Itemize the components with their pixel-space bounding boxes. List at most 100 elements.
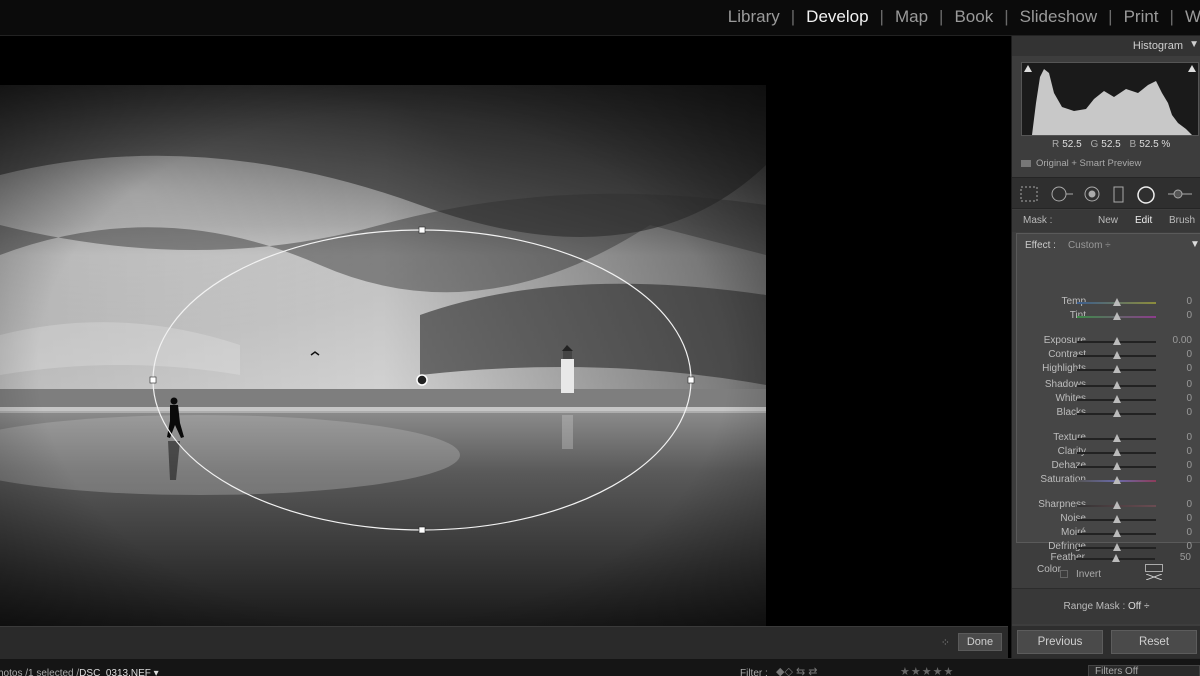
slider-track[interactable] bbox=[1077, 365, 1156, 373]
rating-filter-stars[interactable]: ★★★★★ bbox=[900, 665, 954, 676]
mask-edit-button[interactable]: Edit bbox=[1135, 215, 1152, 226]
slider-knob[interactable] bbox=[1112, 434, 1121, 442]
invert-option[interactable]: Invert bbox=[1060, 569, 1101, 580]
slider-knob[interactable] bbox=[1112, 395, 1121, 403]
module-slideshow[interactable]: Slideshow bbox=[1009, 7, 1109, 27]
slider-saturation[interactable]: Saturation 0 bbox=[1017, 474, 1200, 488]
slider-knob[interactable] bbox=[1112, 351, 1121, 359]
slider-sharpness[interactable]: Sharpness 0 bbox=[1017, 499, 1200, 513]
slider-track[interactable] bbox=[1077, 543, 1156, 551]
slider-knob[interactable] bbox=[1112, 448, 1121, 456]
flag-filter-icons[interactable]: ◆◇ ⇆ ⇄ bbox=[776, 665, 817, 676]
range-mask-select[interactable]: Off ÷ bbox=[1128, 601, 1149, 612]
collapse-triangle-icon[interactable]: ▼ bbox=[1189, 39, 1199, 50]
invert-checkbox[interactable] bbox=[1060, 570, 1068, 579]
crop-overlay-icon[interactable] bbox=[1020, 186, 1038, 202]
image-canvas[interactable] bbox=[0, 36, 1010, 647]
slider-knob[interactable] bbox=[1112, 337, 1121, 345]
slider-value[interactable]: 0 bbox=[1186, 513, 1192, 524]
slider-texture[interactable]: Texture 0 bbox=[1017, 432, 1200, 446]
slider-track[interactable] bbox=[1077, 312, 1156, 320]
slider-value[interactable]: 0 bbox=[1186, 527, 1192, 538]
slider-knob[interactable] bbox=[1112, 515, 1121, 523]
slider-knob[interactable] bbox=[1112, 381, 1121, 389]
slider-value[interactable]: 0 bbox=[1186, 407, 1192, 418]
effect-preset-select[interactable]: Custom ÷ bbox=[1068, 240, 1111, 251]
done-button[interactable]: Done bbox=[958, 633, 1002, 651]
graduated-filter-icon[interactable] bbox=[1112, 186, 1126, 204]
slider-tint[interactable]: Tint0 bbox=[1017, 310, 1200, 324]
slider-value[interactable]: 0 bbox=[1186, 541, 1192, 552]
effect-collapse-icon[interactable]: ▼ bbox=[1190, 239, 1200, 250]
slider-knob[interactable] bbox=[1112, 409, 1121, 417]
slider-track[interactable] bbox=[1077, 529, 1156, 537]
slider-value[interactable]: 0 bbox=[1186, 460, 1192, 471]
feather-value[interactable]: 50 bbox=[1180, 552, 1191, 563]
adjustment-brush-icon[interactable] bbox=[1166, 186, 1198, 202]
radial-handle-right[interactable] bbox=[687, 376, 695, 384]
reset-button[interactable]: Reset bbox=[1111, 630, 1197, 654]
slider-knob[interactable] bbox=[1112, 501, 1121, 509]
slider-track[interactable] bbox=[1077, 337, 1156, 345]
radial-center-pin[interactable] bbox=[416, 374, 428, 386]
slider-temp[interactable]: Temp 0 bbox=[1017, 296, 1200, 310]
feather-track[interactable] bbox=[1076, 554, 1155, 562]
slider-knob[interactable] bbox=[1112, 365, 1121, 373]
slider-value[interactable]: 0.00 bbox=[1173, 335, 1192, 346]
radial-handle-top[interactable] bbox=[418, 226, 426, 234]
previous-button[interactable]: Previous bbox=[1017, 630, 1103, 654]
radial-handle-left[interactable] bbox=[149, 376, 157, 384]
slider-value[interactable]: 0 bbox=[1186, 393, 1192, 404]
radial-handle-bottom[interactable] bbox=[418, 526, 426, 534]
slider-highlights[interactable]: Highlights 0 bbox=[1017, 363, 1200, 377]
module-library[interactable]: Library bbox=[717, 7, 791, 27]
feather-knob[interactable] bbox=[1111, 554, 1120, 562]
slider-track[interactable] bbox=[1077, 501, 1156, 509]
module-book[interactable]: Book bbox=[943, 7, 1004, 27]
slider-value[interactable]: 0 bbox=[1186, 474, 1192, 485]
slider-track[interactable] bbox=[1077, 381, 1156, 389]
range-mask-row[interactable]: Range Mask : Off ÷ bbox=[1012, 588, 1200, 624]
slider-track[interactable] bbox=[1077, 298, 1156, 306]
mask-new-button[interactable]: New bbox=[1098, 215, 1118, 226]
slider-track[interactable] bbox=[1077, 476, 1156, 484]
slider-shadows[interactable]: Shadows 0 bbox=[1017, 379, 1200, 393]
module-web[interactable]: W bbox=[1174, 7, 1200, 27]
slider-dehaze[interactable]: Dehaze 0 bbox=[1017, 460, 1200, 474]
slider-track[interactable] bbox=[1077, 395, 1156, 403]
slider-knob[interactable] bbox=[1112, 476, 1121, 484]
slider-value[interactable]: 0 bbox=[1186, 310, 1192, 321]
slider-value[interactable]: 0 bbox=[1186, 499, 1192, 510]
slider-knob[interactable] bbox=[1112, 529, 1121, 537]
module-develop[interactable]: Develop bbox=[795, 7, 879, 27]
module-print[interactable]: Print bbox=[1113, 7, 1170, 27]
slider-value[interactable]: 0 bbox=[1186, 446, 1192, 457]
slider-knob[interactable] bbox=[1112, 462, 1121, 470]
slider-whites[interactable]: Whites 0 bbox=[1017, 393, 1200, 407]
slider-track[interactable] bbox=[1077, 462, 1156, 470]
mask-brush-button[interactable]: Brush bbox=[1169, 215, 1195, 226]
slider-contrast[interactable]: Contrast 0 bbox=[1017, 349, 1200, 363]
slider-value[interactable]: 0 bbox=[1186, 349, 1192, 360]
slider-exposure[interactable]: Exposure 0.00 bbox=[1017, 335, 1200, 349]
shadow-clipping-icon[interactable] bbox=[1024, 65, 1032, 72]
red-eye-icon[interactable] bbox=[1083, 186, 1101, 202]
slider-clarity[interactable]: Clarity 0 bbox=[1017, 446, 1200, 460]
histogram[interactable] bbox=[1021, 62, 1199, 136]
slider-knob[interactable] bbox=[1112, 312, 1121, 320]
slider-blacks[interactable]: Blacks 0 bbox=[1017, 407, 1200, 421]
radial-filter-icon[interactable] bbox=[1136, 186, 1156, 204]
slider-knob[interactable] bbox=[1112, 298, 1121, 306]
slider-track[interactable] bbox=[1077, 448, 1156, 456]
slider-value[interactable]: 0 bbox=[1186, 432, 1192, 443]
slider-knob[interactable] bbox=[1112, 543, 1121, 551]
slider-moir[interactable]: Moiré 0 bbox=[1017, 527, 1200, 541]
slider-noise[interactable]: Noise 0 bbox=[1017, 513, 1200, 527]
slider-track[interactable] bbox=[1077, 351, 1156, 359]
spot-removal-icon[interactable] bbox=[1050, 186, 1074, 202]
slider-track[interactable] bbox=[1077, 434, 1156, 442]
slider-track[interactable] bbox=[1077, 409, 1156, 417]
photo-preview[interactable] bbox=[0, 85, 766, 647]
slider-value[interactable]: 0 bbox=[1186, 379, 1192, 390]
highlight-clipping-icon[interactable] bbox=[1188, 65, 1196, 72]
